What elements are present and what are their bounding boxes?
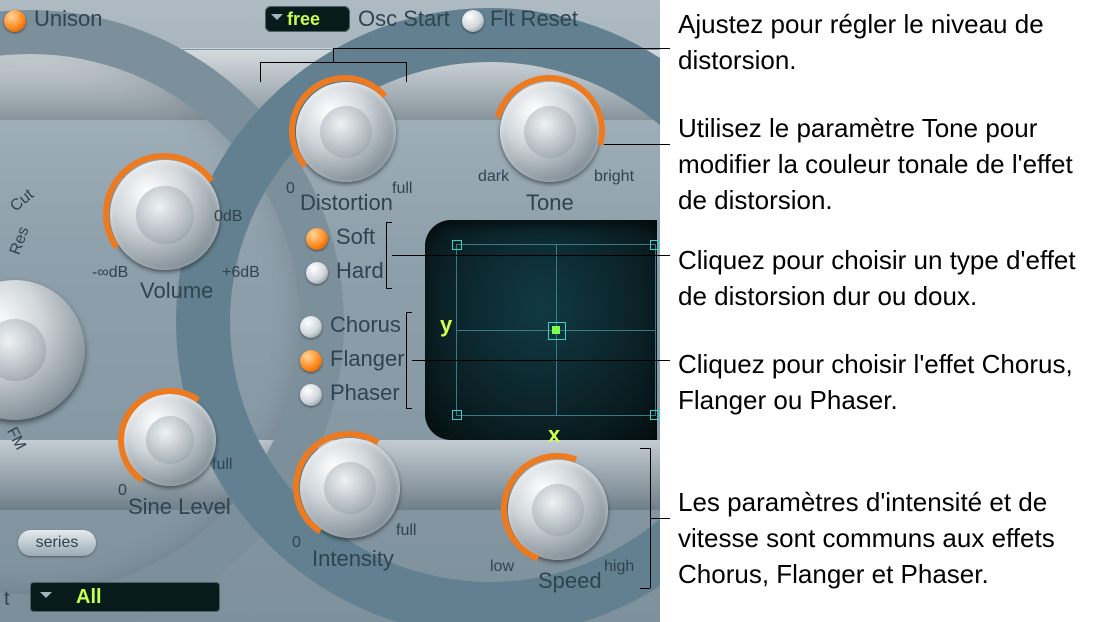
callout-distortion-level: Ajustez pour régler le niveau de distors… [678, 6, 1098, 78]
flanger-led[interactable] [300, 350, 322, 372]
speed-label: Speed [538, 568, 602, 594]
tone-right-tick: bright [594, 168, 634, 186]
xy-handle[interactable] [552, 326, 560, 334]
flt-reset-led[interactable] [462, 10, 484, 32]
volume-right-tick: +6dB [222, 264, 260, 282]
callout-tone: Utilisez le paramètre Tone pour modifier… [678, 110, 1098, 218]
phaser-label: Phaser [330, 380, 400, 406]
chevron-down-icon [271, 14, 283, 26]
distortion-hard-label: Hard [336, 258, 384, 284]
distortion-soft-label: Soft [336, 224, 375, 250]
flt-reset-label: Flt Reset [490, 6, 578, 32]
volume-zero-label: 0dB [214, 208, 242, 226]
synth-panel: Unison free Osc Start Flt Reset Cut Res … [0, 0, 660, 622]
volume-left-tick: -∞dB [92, 264, 128, 282]
unison-led[interactable] [4, 10, 26, 32]
chorus-led[interactable] [300, 316, 322, 338]
distortion-left-tick: 0 [286, 180, 295, 198]
distortion-right-tick: full [392, 180, 412, 198]
bottom-filtermode-dropdown[interactable]: All [30, 582, 220, 612]
sine-right-tick: full [212, 456, 232, 474]
intensity-left-tick: 0 [292, 534, 301, 552]
unison-label: Unison [34, 6, 102, 32]
osc-mode-dropdown[interactable]: free [265, 6, 350, 32]
bottom-t-label: t [4, 588, 10, 611]
callout-intensity-speed: Les paramètres d'intensité et de vitesse… [678, 484, 1098, 592]
series-badge[interactable]: series [18, 530, 96, 556]
callout-distortion-type: Cliquez pour choisir un type d'effet de … [678, 242, 1098, 314]
speed-right-tick: high [604, 558, 634, 576]
chorus-label: Chorus [330, 312, 401, 338]
callout-mod-effect: Cliquez pour choisir l'effet Chorus, Fla… [678, 346, 1098, 418]
volume-label: Volume [140, 278, 213, 304]
xy-grid [456, 244, 656, 416]
distortion-hard-led[interactable] [306, 262, 328, 284]
intensity-right-tick: full [396, 522, 416, 540]
flanger-label: Flanger [330, 346, 405, 372]
phaser-led[interactable] [300, 384, 322, 406]
intensity-label: Intensity [312, 546, 394, 572]
xy-x-label: x [548, 422, 560, 448]
xy-y-label: y [440, 312, 452, 338]
speed-left-tick: low [490, 558, 514, 576]
sine-left-tick: 0 [118, 482, 127, 500]
osc-start-label: Osc Start [358, 6, 450, 32]
tone-left-tick: dark [478, 168, 509, 186]
distortion-label: Distortion [300, 190, 393, 216]
distortion-soft-led[interactable] [306, 228, 328, 250]
chevron-down-icon [40, 592, 52, 604]
tone-label: Tone [526, 190, 574, 216]
sine-level-label: Sine Level [128, 494, 231, 520]
